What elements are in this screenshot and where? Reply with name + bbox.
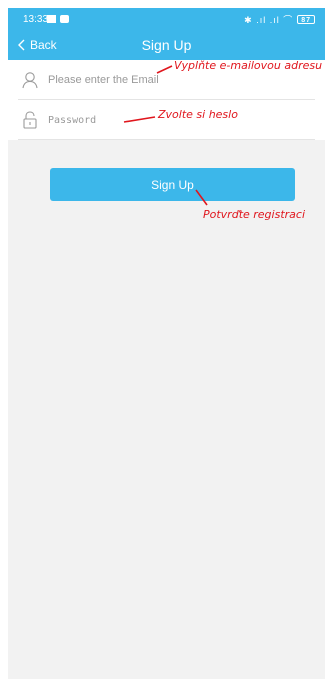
password-annotation: Zvolte si heslo (158, 108, 238, 121)
page-title: Sign Up (141, 37, 192, 53)
status-time: 13:33 (23, 14, 49, 25)
signup-form (8, 60, 325, 140)
signal-icons: ✱ .ıl .ıl ⌒ (244, 15, 294, 25)
notification-icon (60, 15, 69, 23)
header: 13:33 ✱ .ıl .ıl ⌒ 87 Back Sign Up (8, 8, 325, 60)
email-annotation: Vyplňte e-mailovou adresu (174, 59, 323, 72)
status-bar: 13:33 ✱ .ıl .ıl ⌒ 87 (8, 8, 325, 30)
battery-icon: 87 (297, 15, 315, 24)
signup-annotation: Potvrďte registraci (203, 208, 306, 221)
notification-icon (47, 15, 56, 23)
signup-button[interactable]: Sign Up (50, 168, 295, 201)
user-icon (22, 72, 38, 89)
lock-icon (23, 111, 37, 129)
status-icons: ✱ .ıl .ıl ⌒ 87 (244, 13, 315, 26)
nav-bar: Back Sign Up (8, 30, 325, 60)
divider (18, 139, 315, 140)
email-input[interactable] (48, 70, 318, 90)
